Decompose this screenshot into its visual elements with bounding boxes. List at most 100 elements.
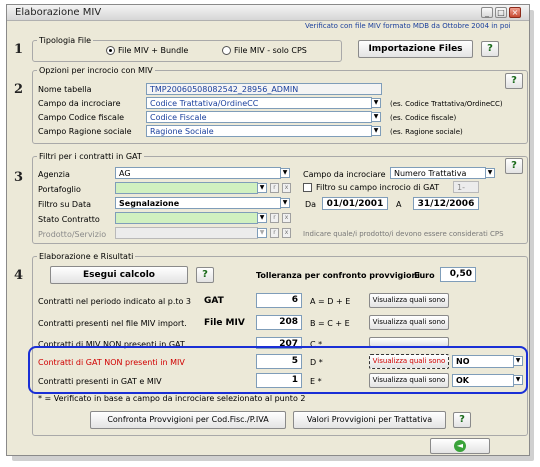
chevron-down-icon[interactable]: ▼ <box>257 228 267 238</box>
chevron-down-icon[interactable]: ▼ <box>485 168 495 178</box>
campo-codice-fiscale-select[interactable]: Codice Fiscale <box>146 111 372 123</box>
maximize-icon[interactable]: □ <box>495 7 507 18</box>
chevron-down-icon[interactable]: ▼ <box>280 198 290 208</box>
filtro-data-select[interactable]: Segnalazione <box>115 197 281 209</box>
campo-incrociare-select[interactable]: Codice Trattativa/OrdineCC <box>146 97 372 109</box>
campo-ragione-sociale-label: Campo Ragione sociale <box>38 127 132 136</box>
stato-clear-button[interactable]: x <box>282 213 291 223</box>
prodotto-refresh-button[interactable]: r <box>270 228 279 238</box>
section-4-legend: Elaborazione e Risultati <box>37 252 136 261</box>
da-label: Da <box>305 200 317 209</box>
campo-codice-fiscale-label: Campo Codice fiscale <box>38 113 125 122</box>
filtro-incrocio-field[interactable]: 1- <box>453 181 479 193</box>
minimize-icon[interactable]: _ <box>481 7 493 18</box>
a-label: A <box>396 200 402 209</box>
euro-label: Euro <box>414 271 435 280</box>
radio-miv-cps-label: File MIV - solo CPS <box>234 46 307 55</box>
result-value-gat-not-miv: 5 <box>256 354 302 369</box>
radio-miv-cps[interactable] <box>222 46 231 55</box>
exit-button[interactable]: ◄ <box>430 438 490 454</box>
radio-miv-bundle[interactable] <box>106 46 115 55</box>
result-label-miv: Contratti presenti nel file MIV import. <box>38 319 187 328</box>
agenzia-label: Agenzia <box>38 170 70 179</box>
section-number-4: 4 <box>14 268 24 283</box>
prodotto-servizio-label: Prodotto/Servizio <box>38 230 107 239</box>
campo-ragione-sociale-select[interactable]: Ragione Sociale <box>146 125 372 137</box>
result-formula-gat: A = D + E <box>310 297 351 306</box>
prodotto-clear-button[interactable]: x <box>282 228 291 238</box>
nome-tabella-label: Nome tabella <box>38 85 92 94</box>
prodotto-hint: Indicare quale/i prodotto/i devono esser… <box>303 230 504 238</box>
chevron-down-icon[interactable]: ▼ <box>371 112 381 122</box>
visualizza-miv-button[interactable]: Visualizza quali sono <box>369 315 449 330</box>
result-formula-gat-not-miv: D * <box>310 358 323 367</box>
stato-refresh-button[interactable]: r <box>270 213 279 223</box>
tolleranza-label: Tolleranza per confronto provvigioni <box>256 271 420 280</box>
campo-codice-fiscale-note: (es. Codice fiscale) <box>390 114 457 122</box>
section-1-legend: Tipologia File <box>37 36 94 45</box>
close-icon[interactable]: × <box>509 7 521 18</box>
confronta-provvigioni-button[interactable]: Confronta Provvigioni per Cod.Fisc./P.IV… <box>90 411 286 429</box>
radio-miv-bundle-label: File MIV + Bundle <box>118 46 189 55</box>
tolleranza-field[interactable]: 0,50 <box>440 267 476 282</box>
section-2-legend: Opzioni per incrocio con MIV <box>37 66 155 75</box>
visualizza-both-button[interactable]: Visualizza quali sono <box>369 373 449 388</box>
import-files-button[interactable]: Importazione Files <box>358 40 473 58</box>
chevron-down-icon[interactable]: ▼ <box>257 213 267 223</box>
result-label-both: Contratti presenti in GAT e MIV <box>38 377 162 386</box>
chevron-down-icon[interactable]: ▼ <box>513 356 523 366</box>
campo-ragione-sociale-note: (es. Ragione sociale) <box>390 128 463 136</box>
result-tag-gat: GAT <box>204 296 224 306</box>
window-title: Elaborazione MIV <box>15 7 102 18</box>
section-3-legend: Filtri per i contratti in GAT <box>37 152 144 161</box>
result-value-miv: 208 <box>256 315 302 330</box>
valori-provvigioni-button[interactable]: Valori Provvigioni per Trattativa <box>293 411 446 429</box>
portafoglio-select[interactable] <box>115 182 258 194</box>
chevron-down-icon[interactable]: ▼ <box>371 98 381 108</box>
campo-incrociare-gat-select[interactable]: Numero Trattativa <box>390 167 486 179</box>
result-label-gat: Contratti nel periodo indicato al p.to 3 <box>38 297 192 306</box>
gat-not-miv-select[interactable]: NO <box>452 355 514 368</box>
section-number-3: 3 <box>14 170 24 185</box>
help-button-2[interactable]: ? <box>505 73 523 89</box>
help-button-5[interactable]: ? <box>453 412 471 428</box>
data-a-field[interactable]: 31/12/2006 <box>413 197 479 210</box>
title-bar: Elaborazione MIV _ □ × <box>7 5 529 21</box>
chevron-down-icon[interactable]: ▼ <box>257 183 267 193</box>
help-button-1[interactable]: ? <box>481 41 499 57</box>
result-value-both: 1 <box>256 373 302 388</box>
campo-incrociare-gat-label: Campo da incrociare <box>303 170 386 179</box>
filtro-incrocio-checkbox[interactable] <box>303 183 312 192</box>
campo-incrociare-note: (es. Codice Trattativa/OrdineCC) <box>390 100 503 108</box>
visualizza-gat-button[interactable]: Visualizza quali sono <box>369 293 449 308</box>
verify-note: Verificato con file MIV formato MDB da O… <box>305 22 511 30</box>
footnote: * = Verificato in base a campo da incroc… <box>38 394 306 403</box>
agenzia-select[interactable]: AG <box>115 167 281 179</box>
nome-tabella-field[interactable]: TMP20060508082542_28956_ADMIN <box>146 83 382 95</box>
section-number-2: 2 <box>14 82 24 97</box>
both-select[interactable]: OK <box>452 374 514 387</box>
help-button-4[interactable]: ? <box>196 267 214 283</box>
result-tag-miv: File MIV <box>204 318 245 328</box>
chevron-down-icon[interactable]: ▼ <box>280 168 290 178</box>
campo-incrociare-label: Campo da incrociare <box>38 99 121 108</box>
stato-contratto-label: Stato Contratto <box>38 215 100 224</box>
portafoglio-clear-button[interactable]: x <box>282 183 291 193</box>
section-number-1: 1 <box>14 42 24 57</box>
portafoglio-refresh-button[interactable]: r <box>270 183 279 193</box>
back-arrow-icon: ◄ <box>454 440 466 452</box>
chevron-down-icon[interactable]: ▼ <box>371 126 381 136</box>
help-button-3[interactable]: ? <box>505 158 523 174</box>
esegui-calcolo-button[interactable]: Esegui calcolo <box>50 266 188 284</box>
data-da-field[interactable]: 01/01/2001 <box>322 197 388 210</box>
result-value-gat: 6 <box>256 293 302 308</box>
chevron-down-icon[interactable]: ▼ <box>513 375 523 385</box>
portafoglio-label: Portafoglio <box>38 185 81 194</box>
result-formula-both: E * <box>310 377 322 386</box>
filtro-incrocio-label: Filtro su campo incrocio di GAT <box>316 183 440 192</box>
result-formula-miv: B = C + E <box>310 319 350 328</box>
result-label-gat-not-miv: Contratti di GAT NON presenti in MIV <box>38 358 185 367</box>
stato-contratto-select[interactable] <box>115 212 258 224</box>
visualizza-gat-not-miv-button[interactable]: Visualizza quali sono <box>369 354 449 369</box>
prodotto-servizio-select[interactable] <box>115 227 258 239</box>
